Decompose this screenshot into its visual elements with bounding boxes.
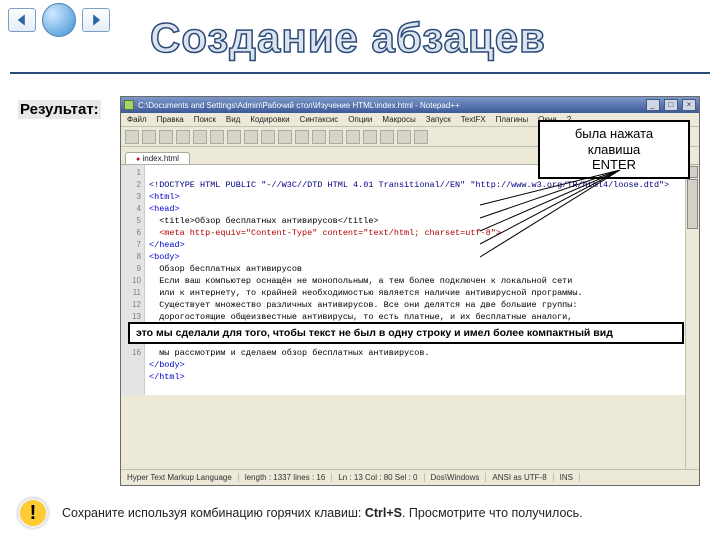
code-line: <meta http-equiv="Content-Type" content=… — [149, 228, 501, 238]
toolbar-icon[interactable] — [346, 130, 360, 144]
toolbar-icon[interactable] — [363, 130, 377, 144]
code-line: </head> — [149, 240, 185, 250]
code-line: <body> — [149, 252, 180, 262]
tab-label: index.html — [142, 154, 178, 163]
menu-item[interactable]: Правка — [157, 115, 184, 124]
code-line: мы рассмотрим и сделаем обзор бесплатных… — [149, 348, 430, 358]
toolbar-icon[interactable] — [176, 130, 190, 144]
arrow-right-icon — [89, 13, 103, 27]
toolbar-icon[interactable] — [380, 130, 394, 144]
code-line: <head> — [149, 204, 180, 214]
code-area[interactable]: 12345678910111213141516 <!DOCTYPE HTML P… — [121, 165, 699, 395]
menu-item[interactable]: TextFX — [461, 115, 486, 124]
maximize-button[interactable]: □ — [664, 99, 678, 111]
toolbar-icon[interactable] — [397, 130, 411, 144]
toolbar-icon[interactable] — [227, 130, 241, 144]
code-line: </html> — [149, 372, 185, 382]
callout-enter-pressed: была нажата клавиша ENTER — [538, 120, 690, 179]
callout-line: была нажата — [575, 126, 653, 141]
menu-item[interactable]: Запуск — [426, 115, 451, 124]
status-ins: INS — [554, 473, 580, 482]
code-line: <html> — [149, 192, 180, 202]
code-line: Обзор бесплатных антивирусов — [149, 264, 302, 274]
status-enc: ANSI as UTF-8 — [486, 473, 553, 482]
file-tab[interactable]: ● index.html — [125, 152, 190, 164]
toolbar-icon[interactable] — [261, 130, 275, 144]
footer-text: Сохраните используя комбинацию горячих к… — [62, 506, 583, 520]
alert-icon: ! — [18, 498, 48, 528]
code-line: </body> — [149, 360, 185, 370]
status-bar: Hyper Text Markup Language length : 1337… — [121, 469, 699, 485]
title-divider — [10, 72, 710, 74]
code-line: дорогостоящие общеизвестные антивирусы, … — [149, 312, 572, 322]
window-titlebar[interactable]: C:\Documents and Settings\Admin\Рабочий … — [121, 97, 699, 113]
menu-item[interactable]: Кодировки — [250, 115, 289, 124]
toolbar-icon[interactable] — [414, 130, 428, 144]
toolbar-icon[interactable] — [125, 130, 139, 144]
toolbar-icon[interactable] — [159, 130, 173, 144]
toolbar-icon[interactable] — [244, 130, 258, 144]
code-line: или к интернету, то крайней необходимост… — [149, 288, 583, 298]
toolbar-icon[interactable] — [193, 130, 207, 144]
toolbar-icon[interactable] — [295, 130, 309, 144]
home-globe-button[interactable] — [42, 3, 76, 37]
window-controls: _ □ × — [644, 99, 696, 111]
vertical-scrollbar[interactable] — [685, 165, 699, 469]
menu-item[interactable]: Поиск — [194, 115, 216, 124]
status-pos: Ln : 13 Col : 80 Sel : 0 — [332, 473, 424, 482]
status-length: length : 1337 lines : 16 — [239, 473, 333, 482]
callout-line: клавиша — [588, 142, 640, 157]
close-button[interactable]: × — [682, 99, 696, 111]
dirty-dot-icon: ● — [136, 156, 140, 163]
window-title: C:\Documents and Settings\Admin\Рабочий … — [138, 101, 460, 110]
toolbar-icon[interactable] — [329, 130, 343, 144]
next-button[interactable] — [82, 8, 110, 32]
callout-line: ENTER — [592, 157, 636, 172]
toolbar-icon[interactable] — [210, 130, 224, 144]
arrow-left-icon — [15, 13, 29, 27]
menu-item[interactable]: Плагины — [496, 115, 528, 124]
line-gutter: 12345678910111213141516 — [121, 165, 145, 395]
menu-item[interactable]: Опции — [348, 115, 372, 124]
scroll-thumb[interactable] — [687, 179, 698, 229]
result-label: Результат: — [18, 100, 101, 119]
code-line: <!DOCTYPE HTML PUBLIC "-//W3C//DTD HTML … — [149, 180, 669, 190]
toolbar-icon[interactable] — [278, 130, 292, 144]
status-os: Dos\Windows — [425, 473, 487, 482]
code-line: Если ваш компьютер оснащён не монопольны… — [149, 276, 572, 286]
app-icon — [124, 100, 134, 110]
toolbar-icon[interactable] — [312, 130, 326, 144]
code-line: Существует множество различных антивирус… — [149, 300, 577, 310]
menu-item[interactable]: Файл — [127, 115, 147, 124]
minimize-button[interactable]: _ — [646, 99, 660, 111]
page-title: Создание абзацев — [150, 14, 546, 62]
toolbar-icon[interactable] — [142, 130, 156, 144]
menu-item[interactable]: Синтаксис — [300, 115, 339, 124]
callout-compact-explanation: это мы сделали для того, чтобы текст не … — [128, 322, 684, 344]
footer: ! Сохраните используя комбинацию горячих… — [18, 498, 710, 528]
prev-button[interactable] — [8, 8, 36, 32]
menu-item[interactable]: Вид — [226, 115, 240, 124]
status-type: Hyper Text Markup Language — [121, 473, 239, 482]
menu-item[interactable]: Макросы — [382, 115, 415, 124]
code-line: <title>Обзор бесплатных антивирусов</tit… — [149, 216, 379, 226]
code-content[interactable]: <!DOCTYPE HTML PUBLIC "-//W3C//DTD HTML … — [145, 165, 699, 395]
slide-nav — [8, 8, 110, 37]
